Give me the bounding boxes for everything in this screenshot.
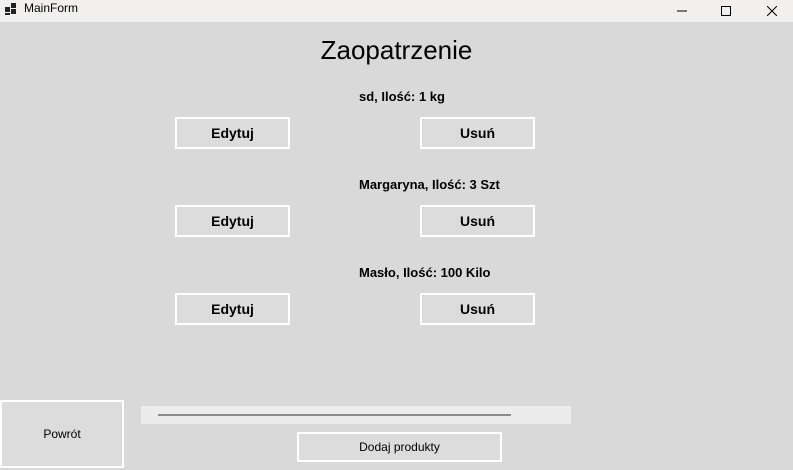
progress-track bbox=[158, 414, 511, 416]
maximize-icon bbox=[721, 6, 731, 16]
window-title: MainForm bbox=[24, 1, 79, 15]
progress-bar bbox=[141, 406, 571, 424]
maximize-button[interactable] bbox=[703, 0, 749, 22]
minimize-button[interactable] bbox=[659, 0, 705, 22]
back-button[interactable]: Powrót bbox=[0, 400, 124, 468]
item-label: sd, Ilość: 1 kg bbox=[359, 89, 445, 104]
edit-button[interactable]: Edytuj bbox=[175, 293, 290, 325]
edit-button[interactable]: Edytuj bbox=[175, 117, 290, 149]
edit-button[interactable]: Edytuj bbox=[175, 205, 290, 237]
add-products-button[interactable]: Dodaj produkty bbox=[297, 432, 502, 462]
minimize-icon bbox=[677, 6, 687, 16]
title-bar: MainForm bbox=[0, 0, 793, 22]
delete-button[interactable]: Usuń bbox=[420, 293, 535, 325]
page-title: Zaopatrzenie bbox=[320, 35, 473, 65]
close-icon bbox=[767, 6, 777, 16]
delete-button[interactable]: Usuń bbox=[420, 117, 535, 149]
item-label: Masło, Ilość: 100 Kilo bbox=[359, 265, 491, 280]
close-button[interactable] bbox=[749, 0, 793, 22]
delete-button[interactable]: Usuń bbox=[420, 205, 535, 237]
app-icon bbox=[4, 2, 18, 16]
item-label: Margaryna, Ilość: 3 Szt bbox=[359, 177, 500, 192]
